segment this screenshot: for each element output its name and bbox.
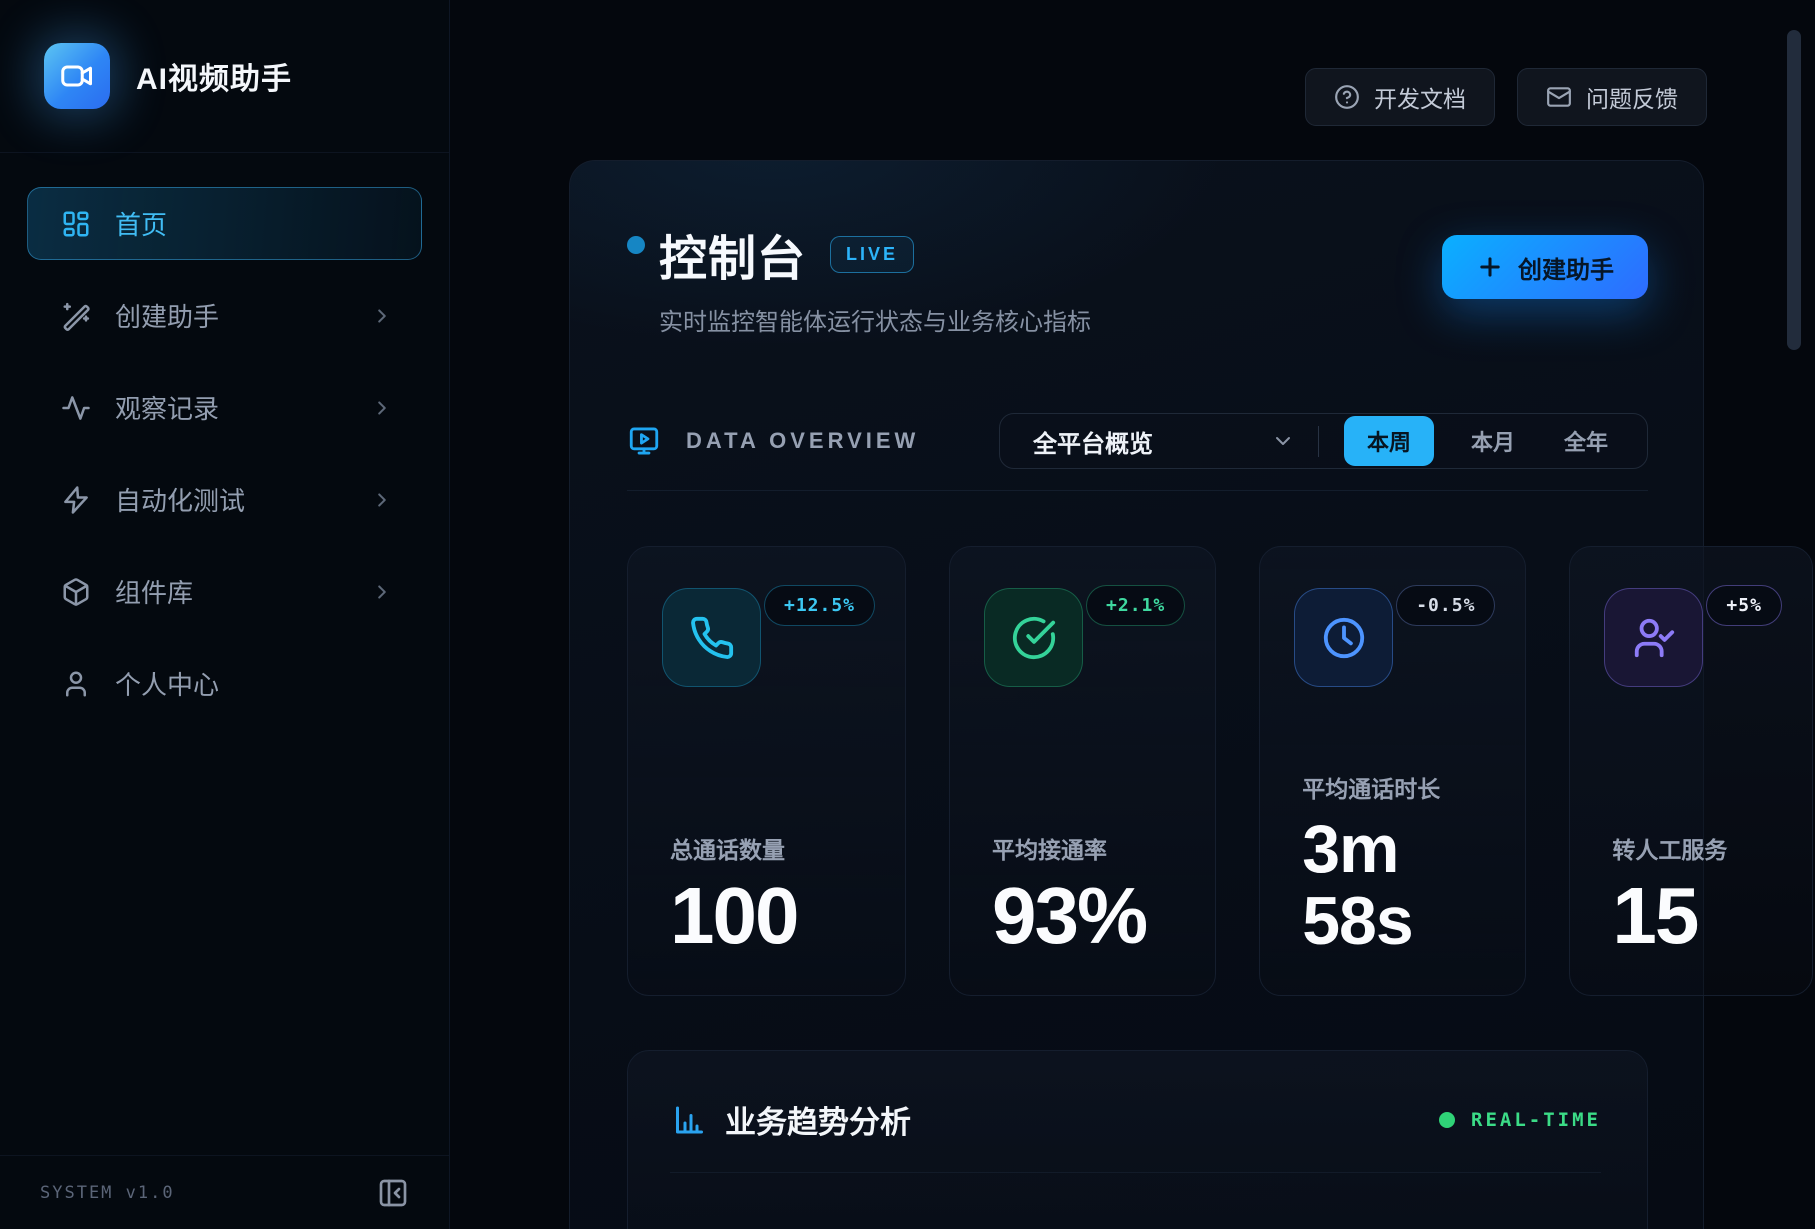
stat-value: 15 [1612, 875, 1782, 957]
stat-value-seconds: 58s [1302, 886, 1495, 957]
stat-label: 转人工服务 [1612, 831, 1782, 865]
platform-select[interactable]: 全平台概览 [1033, 424, 1295, 459]
data-overview-row: DATA OVERVIEW 全平台概览 本周 本月 全年 [627, 413, 1648, 491]
panel-collapse-icon [377, 1177, 409, 1209]
vertical-divider [1318, 426, 1319, 457]
sidebar-item-personal-center[interactable]: 个人中心 [27, 647, 422, 720]
stat-value: 93% [992, 875, 1185, 957]
realtime-label: REAL-TIME [1471, 1109, 1601, 1131]
sidebar-item-component-library[interactable]: 组件库 [27, 555, 422, 628]
console-panel: 控制台 LIVE 实时监控智能体运行状态与业务核心指标 创建助手 [569, 160, 1704, 1229]
delta-badge: +2.1% [1086, 585, 1185, 626]
user-check-icon [1631, 615, 1677, 661]
sidebar-item-observe-records[interactable]: 观察记录 [27, 371, 422, 444]
stats-grid: +12.5% 总通话数量 100 +2.1% [627, 546, 1648, 996]
tab-full-year[interactable]: 全年 [1552, 416, 1620, 466]
question-circle-icon [1334, 84, 1360, 110]
create-assistant-button[interactable]: 创建助手 [1442, 235, 1648, 299]
activity-pulse-icon [61, 393, 91, 423]
sidebar-item-automation-test[interactable]: 自动化测试 [27, 463, 422, 536]
sidebar-item-label: 个人中心 [115, 665, 393, 702]
data-overview-label: DATA OVERVIEW [686, 428, 919, 454]
stat-label: 总通话数量 [670, 831, 875, 865]
stat-value: 3m 58s [1302, 814, 1495, 957]
sidebar-collapse-button[interactable] [377, 1177, 409, 1209]
sidebar-nav: 首页 创建助手 [0, 153, 449, 720]
magic-wand-icon [61, 301, 91, 331]
delta-badge: +12.5% [764, 585, 875, 626]
stat-card-total-calls: +12.5% 总通话数量 100 [627, 546, 906, 996]
tab-this-week[interactable]: 本周 [1344, 416, 1434, 466]
chevron-right-icon [371, 397, 393, 419]
stat-icon-tile [1294, 588, 1393, 687]
stat-value-minutes: 3m [1302, 814, 1495, 885]
check-circle-icon [1011, 615, 1057, 661]
system-version-label: SYSTEM v1.0 [40, 1183, 175, 1203]
sidebar-item-label: 观察记录 [115, 389, 347, 426]
page-title: 控制台 [659, 219, 806, 289]
bar-chart-icon [670, 1102, 706, 1138]
sidebar-item-label: 首页 [115, 205, 393, 242]
chevron-right-icon [371, 305, 393, 327]
cube-icon [61, 577, 91, 607]
platform-select-value: 全平台概览 [1033, 424, 1153, 459]
chevron-down-icon [1271, 429, 1295, 453]
app-screen: AI视频助手 首页 创建助手 [0, 0, 1815, 1229]
dev-docs-label: 开发文档 [1374, 80, 1466, 114]
live-badge: LIVE [830, 236, 914, 273]
stat-icon-tile [984, 588, 1083, 687]
mail-icon [1546, 84, 1572, 110]
dev-docs-button[interactable]: 开发文档 [1305, 68, 1495, 126]
stat-label: 平均接通率 [992, 831, 1185, 865]
chevron-right-icon [371, 581, 393, 603]
sidebar: AI视频助手 首页 创建助手 [0, 0, 450, 1229]
trend-title: 业务趋势分析 [725, 1097, 911, 1142]
overview-controls: 全平台概览 本周 本月 全年 [999, 413, 1648, 469]
app-logo [44, 43, 110, 109]
stat-card-answer-rate: +2.1% 平均接通率 93% [949, 546, 1216, 996]
sidebar-footer: SYSTEM v1.0 [0, 1155, 449, 1229]
topbar: 开发文档 问题反馈 [1305, 68, 1707, 126]
app-title: AI视频助手 [136, 54, 292, 98]
trend-analysis-card: 业务趋势分析 REAL-TIME [627, 1050, 1648, 1229]
delta-badge: +5% [1706, 585, 1782, 626]
stat-icon-tile [662, 588, 761, 687]
user-icon [61, 669, 91, 699]
range-tabs: 本周 本月 全年 [1344, 416, 1620, 466]
realtime-dot [1439, 1112, 1455, 1128]
phone-icon [689, 615, 735, 661]
chevron-right-icon [371, 489, 393, 511]
lightning-icon [61, 485, 91, 515]
page-subtitle: 实时监控智能体运行状态与业务核心指标 [659, 302, 1091, 337]
vertical-scrollbar-thumb[interactable] [1787, 30, 1801, 350]
stat-card-avg-duration: -0.5% 平均通话时长 3m 58s [1259, 546, 1526, 996]
layout-dashboard-icon [61, 209, 91, 239]
console-header: 控制台 LIVE 实时监控智能体运行状态与业务核心指标 创建助手 [627, 219, 1648, 337]
feedback-label: 问题反馈 [1586, 80, 1678, 114]
sidebar-item-label: 组件库 [115, 573, 347, 610]
sidebar-header: AI视频助手 [0, 0, 449, 153]
create-assistant-label: 创建助手 [1518, 250, 1614, 285]
video-camera-icon [59, 58, 95, 94]
stat-icon-tile [1604, 588, 1703, 687]
monitor-play-icon [627, 424, 661, 458]
sidebar-item-home[interactable]: 首页 [27, 187, 422, 260]
feedback-button[interactable]: 问题反馈 [1517, 68, 1707, 126]
plus-icon [1476, 253, 1504, 281]
tab-this-month[interactable]: 本月 [1459, 416, 1527, 466]
stat-label: 平均通话时长 [1302, 770, 1495, 804]
sidebar-item-label: 自动化测试 [115, 481, 347, 518]
sidebar-item-label: 创建助手 [115, 297, 347, 334]
clock-icon [1321, 615, 1367, 661]
stat-value: 100 [670, 875, 875, 957]
delta-badge: -0.5% [1396, 585, 1495, 626]
stat-card-human-transfer: +5% 转人工服务 15 [1569, 546, 1813, 996]
status-dot [627, 236, 645, 254]
sidebar-item-create-assistant[interactable]: 创建助手 [27, 279, 422, 352]
